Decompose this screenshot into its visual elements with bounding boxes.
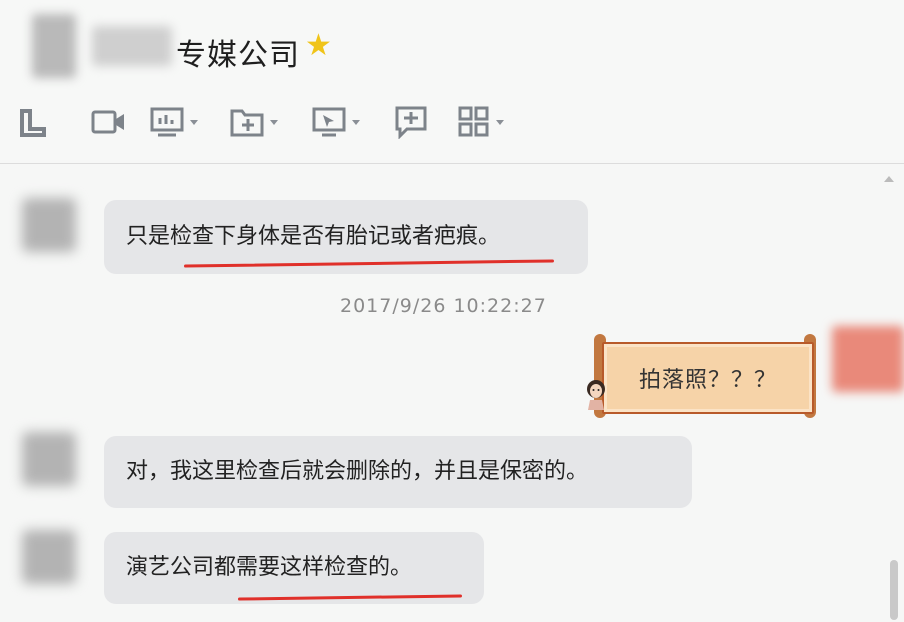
apps-button[interactable] bbox=[458, 102, 504, 142]
chevron-down-icon bbox=[190, 119, 198, 125]
avatar[interactable] bbox=[22, 198, 76, 252]
apps-grid-icon bbox=[458, 106, 489, 137]
girl-sticker-icon bbox=[587, 380, 605, 410]
chat-header: 专媒公司 ★ bbox=[0, 0, 904, 160]
scrollbar[interactable] bbox=[890, 560, 898, 620]
message-text: 演艺公司都需要这样检查的。 bbox=[126, 555, 413, 580]
message-bubble: 对，我这里检查后就会删除的，并且是保密的。 bbox=[104, 436, 692, 508]
message-text: 只是检查下身体是否有胎记或者疤痕。 bbox=[126, 224, 501, 249]
avatar[interactable] bbox=[22, 432, 76, 486]
screen-share-icon bbox=[150, 107, 184, 137]
video-call-button[interactable] bbox=[90, 102, 126, 142]
avatar[interactable] bbox=[22, 530, 76, 584]
phone-icon bbox=[20, 109, 46, 137]
chevron-down-icon bbox=[496, 119, 504, 125]
remote-desktop-button[interactable] bbox=[312, 102, 360, 142]
chevron-down-icon bbox=[352, 119, 360, 125]
phone-button[interactable] bbox=[18, 102, 48, 142]
add-message-icon bbox=[395, 106, 427, 139]
chat-title: 专媒公司 bbox=[176, 38, 300, 73]
add-message-button[interactable] bbox=[394, 102, 428, 142]
file-transfer-button[interactable] bbox=[230, 102, 278, 142]
message-text: 对，我这里检查后就会删除的，并且是保密的。 bbox=[126, 459, 589, 484]
self-message-bubble: 拍落照？？？ bbox=[602, 342, 814, 414]
header-divider bbox=[0, 163, 904, 164]
message-bubble: 演艺公司都需要这样检查的。 bbox=[104, 532, 484, 604]
star-icon: ★ bbox=[305, 28, 332, 63]
self-avatar[interactable] bbox=[832, 326, 904, 392]
remote-desktop-icon bbox=[312, 107, 346, 137]
group-name-blurred bbox=[92, 26, 172, 66]
file-transfer-icon bbox=[230, 109, 264, 137]
chevron-down-icon bbox=[270, 119, 278, 125]
message-text: 拍落照？？？ bbox=[638, 368, 777, 393]
scroll-up-icon[interactable] bbox=[884, 176, 894, 182]
group-avatar[interactable] bbox=[32, 14, 76, 78]
message-timestamp: 2017/9/26 10:22:27 bbox=[340, 295, 547, 317]
screen-share-button[interactable] bbox=[150, 102, 198, 142]
video-icon bbox=[91, 110, 124, 134]
